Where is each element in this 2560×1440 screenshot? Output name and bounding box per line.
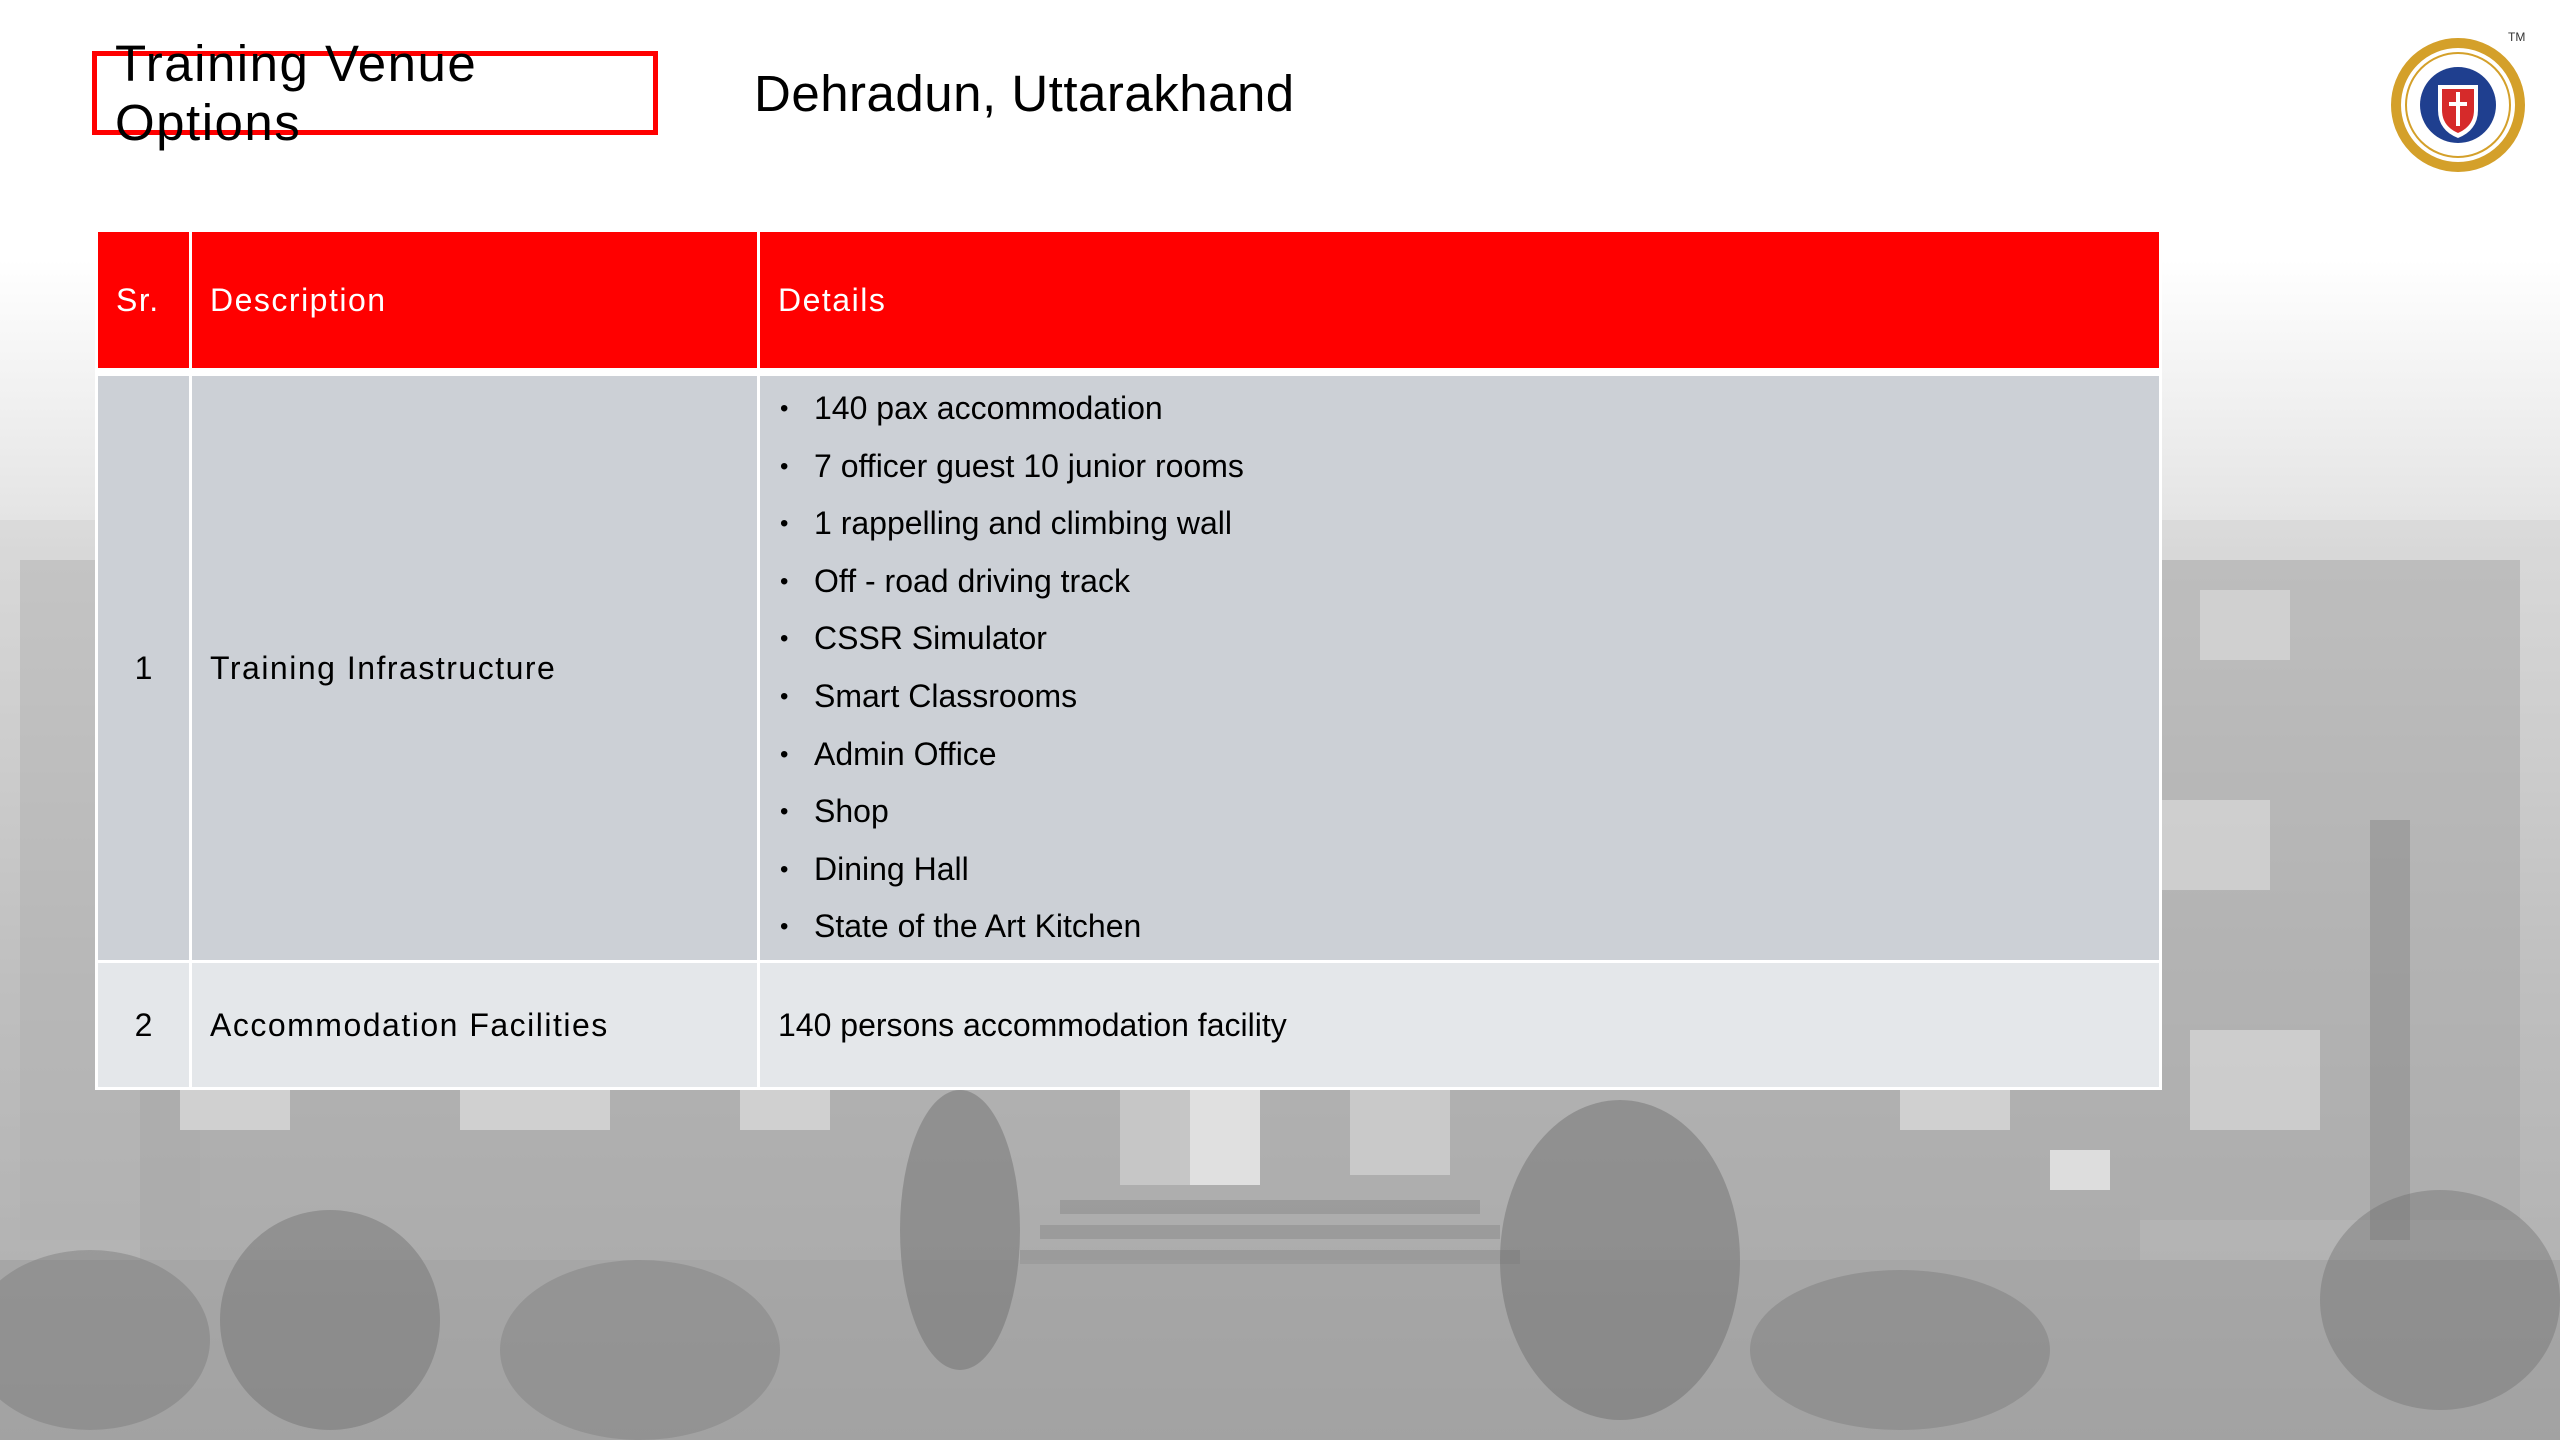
list-item: • 7 officer guest 10 junior rooms bbox=[778, 438, 2141, 496]
list-item-text: 7 officer guest 10 junior rooms bbox=[814, 447, 1244, 484]
table-header-row: Sr. Description Details bbox=[95, 229, 2162, 376]
academy-emblem-icon bbox=[2391, 38, 2525, 172]
row-description: Training Infrastructure bbox=[189, 370, 760, 963]
table-row: 1 Training Infrastructure • 140 pax accom… bbox=[95, 370, 2162, 963]
column-header-description: Description bbox=[189, 229, 760, 376]
list-item: • CSSR Simulator bbox=[778, 610, 2141, 668]
table-row: 2 Accommodation Facilities 140 persons a… bbox=[95, 960, 2162, 1090]
bullet-icon: • bbox=[780, 625, 789, 653]
bullet-icon: • bbox=[780, 452, 789, 480]
list-item-text: 1 rappelling and climbing wall bbox=[814, 505, 1233, 542]
trademark-mark: TM bbox=[2508, 30, 2526, 44]
list-item: • Smart Classrooms bbox=[778, 668, 2141, 726]
list-item: • Shop bbox=[778, 783, 2141, 841]
list-item: • Admin Office bbox=[778, 726, 2141, 784]
list-item-text: State of the Art Kitchen bbox=[814, 908, 1142, 945]
list-item: • State of the Art Kitchen bbox=[778, 898, 2141, 956]
page-title: Training Venue Options bbox=[115, 35, 478, 151]
bullet-icon: • bbox=[780, 740, 789, 768]
list-item-text: Off - road driving track bbox=[814, 562, 1130, 599]
bullet-icon: • bbox=[780, 683, 789, 710]
row-details: 140 persons accommodation facility bbox=[757, 960, 2162, 1090]
list-item-text: CSSR Simulator bbox=[814, 620, 1047, 657]
list-item-text: Admin Office bbox=[814, 735, 997, 772]
bullet-icon: • bbox=[780, 855, 789, 883]
bullet-icon: • bbox=[780, 510, 789, 538]
row-description: Accommodation Facilities bbox=[189, 960, 760, 1090]
academy-logo bbox=[2386, 30, 2536, 185]
column-header-details: Details bbox=[757, 229, 2162, 376]
row-sr-number: 2 bbox=[95, 960, 192, 1090]
title-box: Training Venue Options bbox=[92, 35, 658, 151]
list-item: • Dining Hall bbox=[778, 841, 2141, 899]
bullet-icon: • bbox=[780, 567, 789, 595]
details-list: • 140 pax accommodation • 7 officer guest … bbox=[778, 380, 2141, 956]
column-header-sr: Sr. bbox=[95, 229, 192, 376]
list-item-text: Dining Hall bbox=[814, 850, 969, 887]
bullet-icon: • bbox=[780, 913, 789, 941]
list-item-text: 140 pax accommodation bbox=[814, 390, 1163, 427]
list-item: • 140 pax accommodation bbox=[778, 380, 2141, 438]
page-subtitle: Dehradun, Uttarakhand bbox=[754, 65, 1295, 122]
list-item: • 1 rappelling and climbing wall bbox=[778, 495, 2141, 553]
venue-table: Sr. Description Details 1 Training Infra… bbox=[95, 229, 2162, 1090]
bullet-icon: • bbox=[780, 395, 789, 423]
row-details: • 140 pax accommodation • 7 officer guest … bbox=[757, 370, 2162, 963]
list-item-text: Smart Classrooms bbox=[814, 678, 1078, 714]
list-item-text: Shop bbox=[814, 793, 889, 830]
list-item: • Off - road driving track bbox=[778, 553, 2141, 611]
bullet-icon: • bbox=[780, 798, 789, 826]
row-sr-number: 1 bbox=[95, 370, 192, 963]
